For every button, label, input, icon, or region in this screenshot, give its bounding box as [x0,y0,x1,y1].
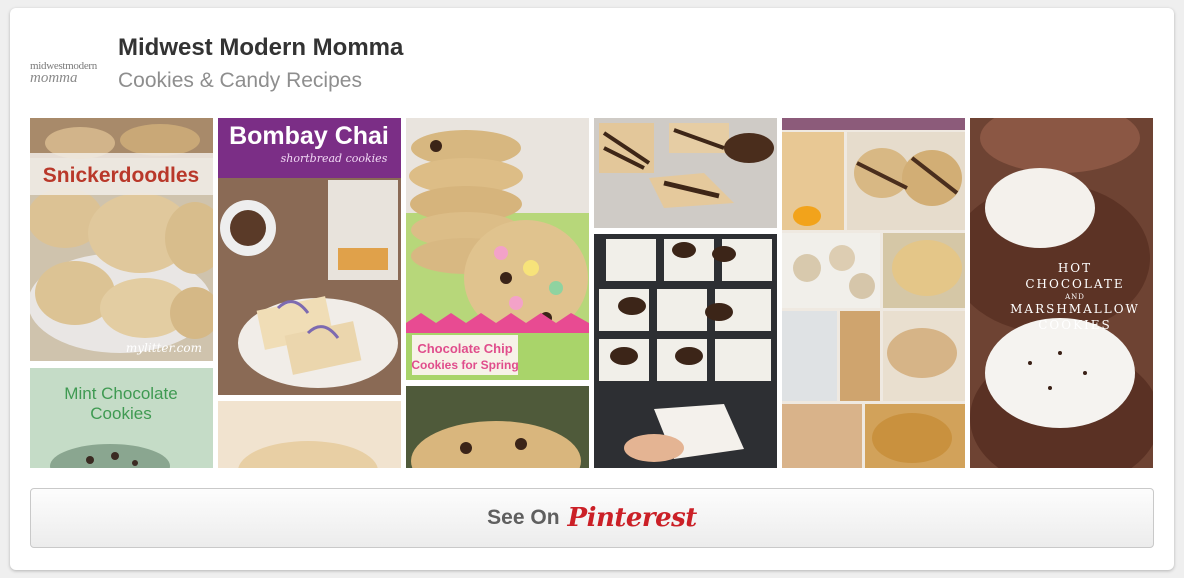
pin-nutella-pastry[interactable] [594,118,777,228]
pin-column: Chocolate Chip Cookies for Spring [406,118,589,468]
pin-image: HOT CHOCOLATE AND MARSHMALLOW COOKIES [970,118,1153,468]
pin-image [406,386,589,468]
pin-bombay-subtitle: shortbread cookies [281,152,388,165]
pin-image [782,118,965,468]
logo-text-bottom: momma [30,69,78,86]
pin-hotcocoa-line1: HOT [1058,261,1092,275]
pin-mint-line2: Cookies [90,404,151,423]
pin-mint-chocolate[interactable]: Mint Chocolate Cookies [30,368,213,468]
pin-image [594,234,777,468]
pin-hot-chocolate-marshmallow[interactable]: HOT CHOCOLATE AND MARSHMALLOW COOKIES [970,118,1153,468]
pin-column: HOT CHOCOLATE AND MARSHMALLOW COOKIES [970,118,1153,468]
board-name[interactable]: Cookies & Candy Recipes [118,69,362,93]
pin-hotcocoa-line4: MARSHMALLOW [1010,302,1140,316]
pin-hotcocoa-line5: COOKIES [1038,318,1112,332]
pin-cookie-collage[interactable] [782,118,965,468]
pin-watermark: mylitter.com [126,341,202,355]
pin-column: Snickerdoodles mylitter.com Mint Chocola… [30,118,213,468]
pin-image: Bombay Chai shortbread cookies [218,118,401,395]
pin-column [594,118,777,468]
see-on-pinterest-button[interactable]: See On Pinterest [30,488,1154,548]
pin-bombay-title: Bombay Chai [229,122,389,150]
pin-spring-line2: Cookies for Spring [411,358,518,372]
pin-cookie-closeup[interactable] [406,386,589,468]
pin-image: Mint Chocolate Cookies [30,368,213,468]
pin-image [594,118,777,228]
pin-snickerdoodles[interactable]: Snickerdoodles mylitter.com [30,118,213,361]
pin-bombay-chai[interactable]: Bombay Chai shortbread cookies [218,118,401,395]
pin-cookie[interactable] [218,401,401,468]
pin-hotcocoa-line3: AND [1064,293,1085,301]
see-on-label: See On [487,506,560,529]
pin-column [782,118,965,468]
pin-nutella-steps[interactable] [594,234,777,468]
pin-snickerdoodles-label: Snickerdoodles [43,164,199,187]
pin-mint-line1: Mint Chocolate [64,384,177,403]
pin-column: Bombay Chai shortbread cookies [218,118,401,468]
pin-spring-line1: Chocolate Chip [417,341,512,356]
pin-grid: Snickerdoodles mylitter.com Mint Chocola… [30,118,1154,468]
board-owner-name[interactable]: Midwest Modern Momma [118,34,403,62]
pinterest-board-widget: midwestmodern momma Midwest Modern Momma… [10,8,1174,570]
pin-image: Chocolate Chip Cookies for Spring [406,118,589,380]
pin-image: Snickerdoodles mylitter.com [30,118,213,361]
pinterest-logo: Pinterest [567,503,698,533]
pin-hotcocoa-line2: CHOCOLATE [1025,277,1124,291]
board-logo[interactable]: midwestmodern momma [30,54,102,90]
pin-image [218,401,401,468]
pin-chocolate-chip-spring[interactable]: Chocolate Chip Cookies for Spring [406,118,589,380]
